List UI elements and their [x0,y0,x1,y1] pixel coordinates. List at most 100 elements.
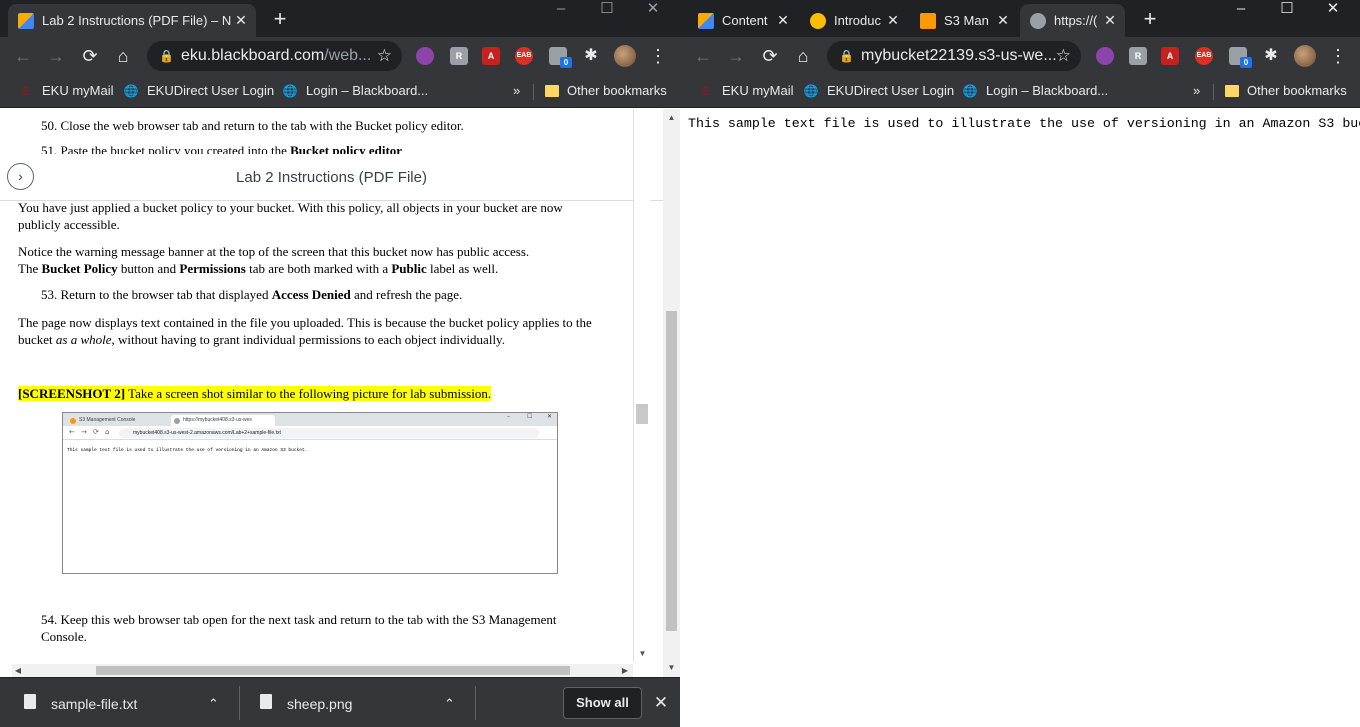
menu-kebab-icon[interactable]: ⋮ [1325,43,1351,69]
scroll-thumb[interactable] [666,311,677,631]
minimize-button[interactable]: – [538,0,584,22]
bookmark-star-icon[interactable]: ☆ [1056,41,1071,71]
back-button[interactable]: ← [690,43,716,69]
home-button[interactable]: ⌂ [110,43,136,69]
eku-logo-icon: E [701,84,710,98]
divider [475,686,476,720]
tab-lab2-instructions[interactable]: Lab 2 Instructions (PDF File) – NE ✕ [8,4,256,37]
extension-instagram-icon[interactable] [416,47,434,65]
tab-introduction[interactable]: Introduc ✕ [800,4,908,37]
close-window-button[interactable]: ✕ [1310,0,1356,22]
other-bookmarks[interactable]: Other bookmarks [545,81,667,101]
bookmark-ekudirect[interactable]: 🌐 EKUDirect User Login [123,81,275,101]
bookmark-blackboard[interactable]: 🌐 Login – Blackboard... [282,81,429,101]
extension-badge: 0 [560,57,572,68]
back-button[interactable]: ← [10,43,36,69]
bookmark-star-icon[interactable]: ☆ [377,41,392,71]
pdf-vertical-scrollbar[interactable]: ▼ [633,109,650,662]
yellow-circle-icon [810,12,826,29]
tab-s3-management[interactable]: S3 Man ✕ [910,4,1018,37]
text-file-page: This sample text file is used to illustr… [680,109,1360,727]
step-54: 54. Keep this web browser tab open for t… [41,612,557,644]
scroll-down-arrow-icon[interactable]: ▼ [663,663,680,672]
scroll-thumb[interactable] [96,666,570,675]
pdf-panel-header: Lab 2 Instructions (PDF File) › [0,154,663,201]
home-button[interactable]: ⌂ [790,43,816,69]
close-icon[interactable]: ✕ [1101,12,1119,29]
close-icon[interactable]: ✕ [232,12,250,29]
embedded-close-icon: ✕ [547,413,553,420]
other-bookmarks[interactable]: Other bookmarks [1225,81,1347,101]
show-all-button[interactable]: Show all [563,687,642,719]
page-vertical-scrollbar[interactable]: ▲ ▼ [663,109,680,677]
avatar[interactable] [614,45,636,67]
downloads-bar: sample-file.txt ⌃ sheep.png ⌃ Show all ✕ [0,677,680,727]
pdf-viewer: 50. Close the web browser tab and return… [0,109,680,677]
address-bar[interactable]: 🔒 mybucket22139.s3-us-we... ☆ [827,41,1081,71]
embedded-minimize-icon: – [507,413,510,420]
globe-icon [1030,12,1046,29]
close-downloads-button[interactable]: ✕ [650,688,672,718]
menu-kebab-icon[interactable]: ⋮ [645,43,671,69]
extension-r-icon[interactable]: R [450,47,468,65]
tab-content[interactable]: Content ✕ [688,4,798,37]
chevron-up-icon[interactable]: ⌃ [444,678,455,727]
puzzle-extensions-icon[interactable]: ✱ [1258,43,1284,69]
acrobat-icon[interactable]: A [1161,47,1179,65]
forward-button[interactable]: → [43,43,69,69]
eab-extension-icon[interactable]: EAB [1195,47,1213,65]
embedded-tab-https: https://mybucket408.s3-us-wes [171,415,275,426]
maximize-button[interactable]: ☐ [1264,0,1310,22]
avatar[interactable] [1294,45,1316,67]
bookmarks-overflow-button[interactable]: » [1193,81,1200,101]
scroll-right-arrow-icon[interactable]: ▶ [619,664,631,677]
bookmarks-bar: E EKU myMail 🌐 EKUDirect User Login 🌐 Lo… [680,74,1360,108]
bookmark-blackboard[interactable]: 🌐 Login – Blackboard... [962,81,1109,101]
bookmarks-overflow-button[interactable]: » [513,81,520,101]
new-tab-button[interactable]: + [266,6,294,32]
embedded-tab-s3: S3 Management Console [67,415,167,426]
new-tab-button[interactable]: + [1136,6,1164,32]
minimize-button[interactable]: – [1218,0,1264,22]
acrobat-icon[interactable]: A [482,47,500,65]
address-bar[interactable]: 🔒 eku.blackboard.com/web... ☆ [147,41,402,71]
reload-button[interactable]: ⟳ [77,43,103,69]
lock-icon: 🔒 [159,49,174,63]
chevron-right-icon[interactable]: › [7,163,34,190]
chevron-up-icon[interactable]: ⌃ [208,678,219,727]
folder-icon [1225,85,1239,97]
download-item-sheep[interactable]: sheep.png ⌃ [236,678,474,727]
divider [1213,84,1214,100]
pdf-horizontal-scrollbar[interactable]: ◀ ▶ [12,664,633,677]
extension-instagram-icon[interactable] [1096,47,1114,65]
page-text: This sample text file is used to illustr… [688,116,1360,131]
extension-r-icon[interactable]: R [1129,47,1147,65]
reload-button[interactable]: ⟳ [757,43,783,69]
tab-https-bucket[interactable]: https://( ✕ [1020,4,1125,37]
close-icon[interactable]: ✕ [884,12,902,29]
embedded-page-text: This sample text file is used to illustr… [67,448,308,453]
aws-cube-icon [920,12,936,29]
close-window-button[interactable]: ✕ [630,0,676,22]
lock-icon: 🔒 [839,49,854,63]
download-item-sample-file[interactable]: sample-file.txt ⌃ [0,678,238,727]
close-icon[interactable]: ✕ [774,12,792,29]
folder-icon [545,85,559,97]
bookmark-eku-mymail[interactable]: E EKU myMail [18,81,114,101]
embedded-reload-icon: ⟳ [93,428,99,436]
close-icon[interactable]: ✕ [994,12,1012,29]
scroll-up-arrow-icon[interactable]: ▲ [663,113,680,122]
maximize-button[interactable]: ☐ [584,0,630,22]
bookmark-eku-mymail[interactable]: E EKU myMail [698,81,794,101]
eab-extension-icon[interactable]: EAB [515,47,533,65]
bookmark-ekudirect[interactable]: 🌐 EKUDirect User Login [803,81,955,101]
puzzle-extensions-icon[interactable]: ✱ [578,43,604,69]
url-text: mybucket22139.s3-us-we... [861,47,1057,64]
paragraph-warning-banner: Notice the warning message banner at the… [18,244,530,276]
scroll-left-arrow-icon[interactable]: ◀ [12,664,24,677]
scroll-thumb[interactable] [636,404,648,424]
embedded-url: mybucket408.s3-us-west-2.amazonaws.com/L… [119,428,539,438]
forward-button[interactable]: → [723,43,749,69]
screenshot-instruction: [SCREENSHOT 2] Take a screen shot simila… [18,386,492,401]
scroll-down-arrow-icon[interactable]: ▼ [634,649,651,658]
